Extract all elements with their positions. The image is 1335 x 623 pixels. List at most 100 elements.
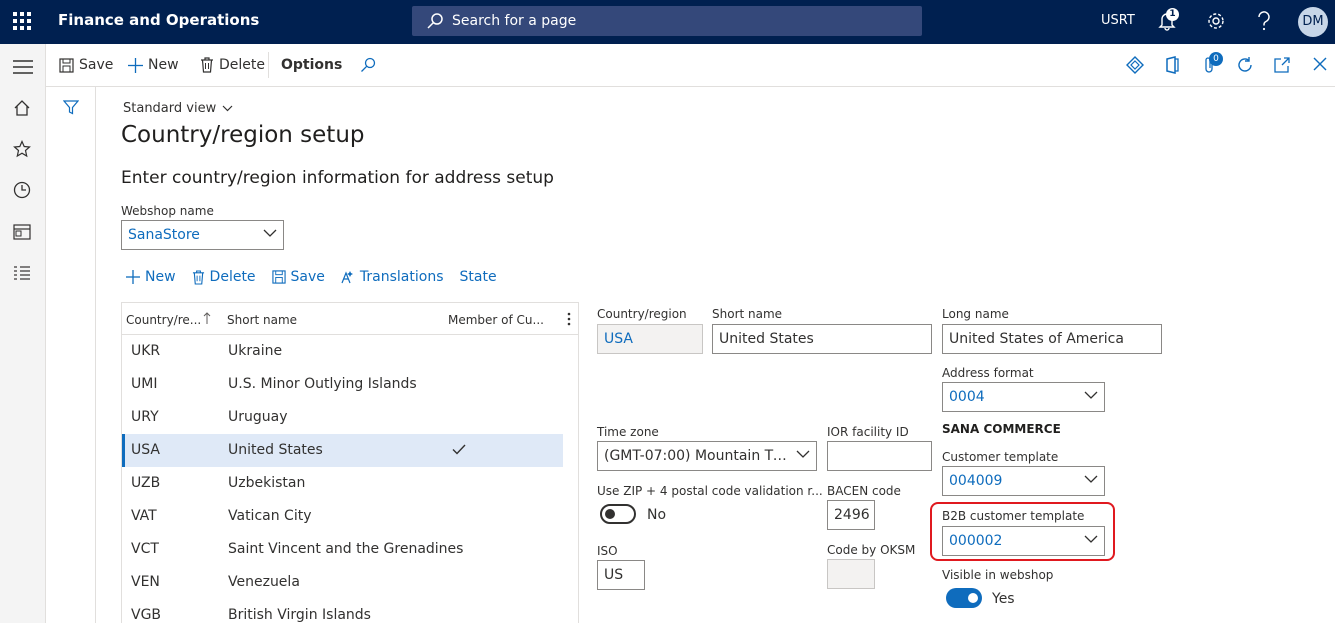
short-name-input[interactable]: United States [712, 324, 932, 354]
ior-facility-input[interactable] [827, 441, 932, 471]
short-name-cell: Uruguay [228, 409, 288, 425]
table-row[interactable]: VAT Vatican City [122, 500, 578, 533]
trash-icon [192, 269, 204, 285]
short-name-cell: British Virgin Islands [228, 607, 371, 623]
short-name-cell: Venezuela [228, 574, 300, 590]
table-row[interactable]: UKR Ukraine [122, 335, 578, 368]
hamburger-icon[interactable] [13, 60, 33, 74]
webshop-name-dropdown[interactable]: SanaStore [121, 220, 284, 250]
app-launcher-icon[interactable] [13, 12, 31, 30]
chevron-down-icon [796, 450, 810, 458]
table-row[interactable]: UZB Uzbekistan [122, 467, 578, 500]
grid-delete-button[interactable]: Delete [192, 269, 256, 285]
gear-icon[interactable] [1206, 11, 1226, 31]
address-format-dropdown[interactable]: 0004 [942, 382, 1105, 412]
refresh-icon[interactable] [1236, 56, 1254, 74]
options-tab[interactable]: Options [281, 57, 342, 73]
table-row[interactable]: VEN Venezuela [122, 566, 578, 599]
country-code-cell: VEN [131, 574, 160, 590]
home-icon[interactable] [13, 99, 31, 117]
new-label: New [148, 57, 179, 73]
filter-pane [46, 87, 96, 623]
diamond-icon[interactable] [1126, 56, 1144, 74]
column-header-member[interactable]: Member of Cu... [448, 313, 544, 327]
country-code-cell: VAT [131, 508, 157, 524]
new-button[interactable]: New [128, 57, 179, 73]
left-navigation [0, 44, 46, 623]
avatar[interactable]: DM [1298, 7, 1328, 37]
short-name-cell: United States [228, 442, 323, 458]
customer-template-dropdown[interactable]: 004009 [942, 466, 1105, 496]
long-name-input[interactable]: United States of America [942, 324, 1162, 354]
table-row[interactable]: VGB British Virgin Islands [122, 599, 578, 623]
help-icon[interactable] [1256, 11, 1272, 31]
state-button[interactable]: State [460, 269, 497, 285]
bacen-code-label: BACEN code [827, 484, 901, 498]
grid-new-label: New [145, 269, 176, 285]
close-icon[interactable] [1312, 56, 1328, 72]
company-picker[interactable]: USRT [1101, 13, 1135, 28]
column-header-short-name[interactable]: Short name [227, 313, 297, 327]
code-by-oksm-field [827, 559, 875, 589]
long-name-label: Long name [942, 307, 1009, 321]
visible-in-webshop-toggle[interactable] [946, 588, 982, 608]
translate-icon [341, 271, 353, 284]
short-name-cell: Vatican City [228, 508, 312, 524]
more-options-icon[interactable] [567, 312, 571, 326]
search-box[interactable]: Search for a page [412, 6, 922, 36]
office-icon[interactable] [1164, 56, 1180, 74]
save-label: Save [79, 57, 114, 73]
table-row[interactable]: USA United States [122, 434, 563, 467]
zip-validation-toggle[interactable] [600, 504, 636, 524]
country-code-cell: UZB [131, 475, 161, 491]
attachment-count-badge: 0 [1209, 52, 1223, 66]
delete-button[interactable]: Delete [200, 57, 265, 73]
table-row[interactable]: URY Uruguay [122, 401, 578, 434]
table-row[interactable]: UMI U.S. Minor Outlying Islands [122, 368, 578, 401]
trash-icon [201, 57, 213, 73]
zip-validation-label: Use ZIP + 4 postal code validation r... [597, 484, 823, 498]
view-selector[interactable]: Standard view [123, 101, 233, 116]
app-title[interactable]: Finance and Operations [58, 11, 259, 29]
clock-icon[interactable] [13, 181, 31, 199]
country-region-label: Country/region [597, 307, 687, 321]
grid-save-button[interactable]: Save [271, 269, 325, 285]
filter-icon[interactable] [63, 99, 79, 115]
action-pane: Save New Delete Options 0 [46, 44, 1335, 87]
b2b-customer-template-label: B2B customer template [942, 509, 1085, 523]
chevron-down-icon [263, 229, 277, 237]
column-header-country[interactable]: Country/re... [126, 313, 201, 327]
plus-icon [128, 57, 143, 73]
plus-icon [126, 270, 140, 284]
search-icon[interactable] [360, 57, 376, 73]
visible-in-webshop-value: Yes [992, 591, 1015, 607]
workspace-icon[interactable] [13, 224, 31, 240]
open-new-window-icon[interactable] [1273, 56, 1291, 74]
search-icon [427, 13, 443, 29]
zip-validation-value: No [647, 507, 667, 523]
toolbar-divider [268, 52, 269, 78]
translations-button[interactable]: Translations [341, 269, 444, 285]
toggle-knob [968, 593, 978, 603]
country-code-cell: UMI [131, 376, 158, 392]
short-name-cell: Ukraine [228, 343, 283, 359]
time-zone-label: Time zone [597, 425, 659, 439]
table-row[interactable]: VCT Saint Vincent and the Grenadines [122, 533, 578, 566]
sana-commerce-section: SANA COMMERCE [942, 422, 1061, 436]
bacen-code-input[interactable]: 2496 [827, 500, 875, 530]
save-icon [271, 270, 286, 284]
notification-badge: 1 [1166, 8, 1179, 21]
time-zone-value: (GMT-07:00) Mountain Time (... [604, 448, 810, 464]
iso-input[interactable]: US [597, 560, 645, 590]
star-icon[interactable] [13, 140, 31, 158]
visible-in-webshop-label: Visible in webshop [942, 568, 1054, 582]
save-icon [59, 57, 74, 73]
grid-new-button[interactable]: New [126, 269, 176, 285]
b2b-customer-template-dropdown[interactable]: 000002 [942, 526, 1105, 556]
modules-list-icon[interactable] [13, 265, 31, 281]
translations-label: Translations [359, 269, 444, 285]
save-button[interactable]: Save [59, 57, 113, 73]
chevron-down-icon [1084, 535, 1098, 543]
page-title: Country/region setup [121, 122, 365, 148]
time-zone-dropdown[interactable]: (GMT-07:00) Mountain Time (... [597, 441, 817, 471]
